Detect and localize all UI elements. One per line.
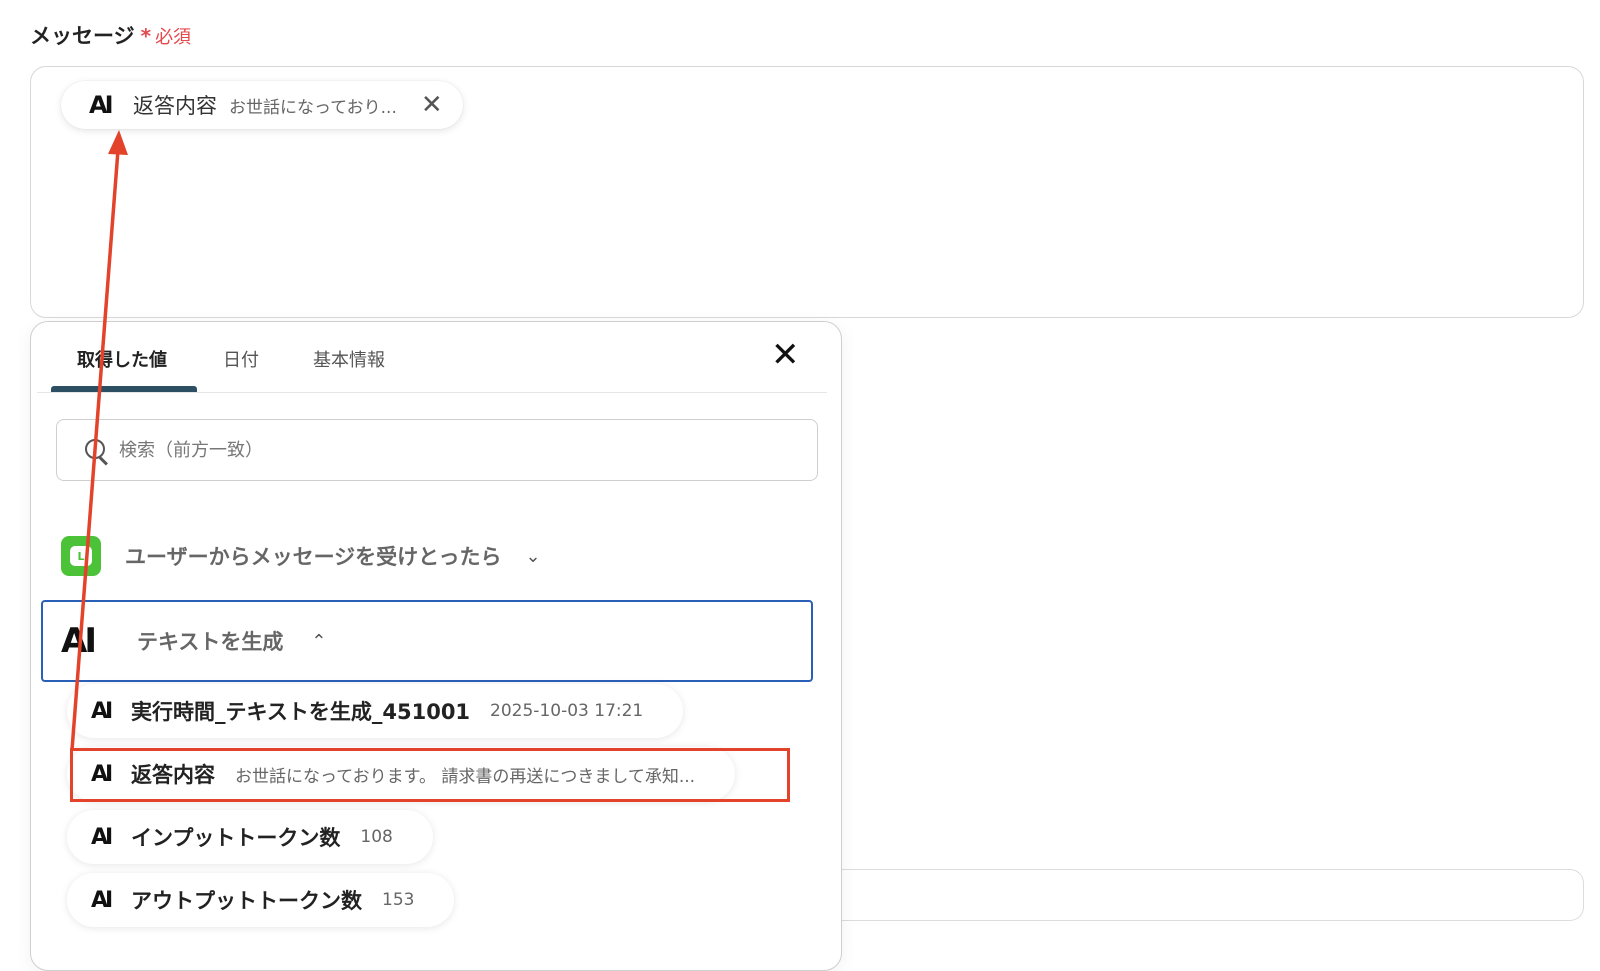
search-input[interactable] <box>117 438 741 462</box>
item-label: 実行時間_テキストを生成_451001 <box>131 700 471 724</box>
group-text-generation[interactable]: AI テキストを生成 ⌃ <box>41 600 813 682</box>
message-input[interactable]: AI 返答内容 お世話になっており... ✕ <box>30 66 1584 318</box>
anthropic-icon: AI <box>61 621 97 661</box>
line-app-icon: L <box>61 536 101 576</box>
anthropic-icon: AI <box>91 761 113 787</box>
active-tab-indicator <box>51 386 197 392</box>
list-item-response-content[interactable]: AI 返答内容 お世話になっております。 請求書の再送につきまして承知... <box>67 747 736 801</box>
field-label-text: メッセージ <box>30 24 135 48</box>
item-value: お世話になっております。 請求書の再送につきまして承知... <box>235 766 696 787</box>
message-token-chip[interactable]: AI 返答内容 お世話になっており... ✕ <box>61 81 463 129</box>
search-box <box>56 419 818 481</box>
close-icon[interactable]: ✕ <box>771 338 800 372</box>
tab-basic-info[interactable]: 基本情報 <box>313 346 385 372</box>
required-asterisk: * <box>140 24 152 48</box>
variable-picker-popup: 取得した値 日付 基本情報 ✕ L ユーザーからメッセージを受けとったら ⌄ A… <box>30 321 842 971</box>
tab-acquired-values[interactable]: 取得した値 <box>77 346 167 372</box>
token-chip-label: 返答内容 <box>133 94 217 118</box>
list-item-input-tokens[interactable]: AI インプットトークン数 108 <box>67 810 433 864</box>
tab-date[interactable]: 日付 <box>223 346 259 372</box>
anthropic-icon: AI <box>89 91 114 119</box>
search-icon <box>83 437 109 466</box>
message-field-label: メッセージ * 必須 <box>30 20 191 50</box>
item-value: 2025-10-03 17:21 <box>490 701 644 721</box>
anthropic-icon: AI <box>91 698 113 724</box>
chevron-down-icon: ⌄ <box>525 545 541 567</box>
item-label: アウトプットトークン数 <box>131 889 362 913</box>
chevron-up-icon: ⌃ <box>311 630 327 652</box>
anthropic-icon: AI <box>91 887 113 913</box>
popup-tabs: 取得した値 日付 基本情報 <box>37 322 827 393</box>
group-title: ユーザーからメッセージを受けとったら <box>125 545 502 569</box>
required-text: 必須 <box>155 27 192 48</box>
secondary-input-field[interactable] <box>790 869 1584 921</box>
close-icon[interactable]: ✕ <box>421 92 443 118</box>
group-title: テキストを生成 <box>137 630 284 654</box>
group-line-trigger[interactable]: L ユーザーからメッセージを受けとったら ⌄ <box>61 536 541 576</box>
list-item-output-tokens[interactable]: AI アウトプットトークン数 153 <box>67 873 455 927</box>
item-value: 153 <box>382 890 415 910</box>
item-label: インプットトークン数 <box>131 826 341 850</box>
item-label: 返答内容 <box>131 763 215 787</box>
item-value: 108 <box>360 827 393 847</box>
list-item-execution-time[interactable]: AI 実行時間_テキストを生成_451001 2025-10-03 17:21 <box>67 684 684 738</box>
token-chip-preview: お世話になっており... <box>229 97 397 118</box>
anthropic-icon: AI <box>91 824 113 850</box>
